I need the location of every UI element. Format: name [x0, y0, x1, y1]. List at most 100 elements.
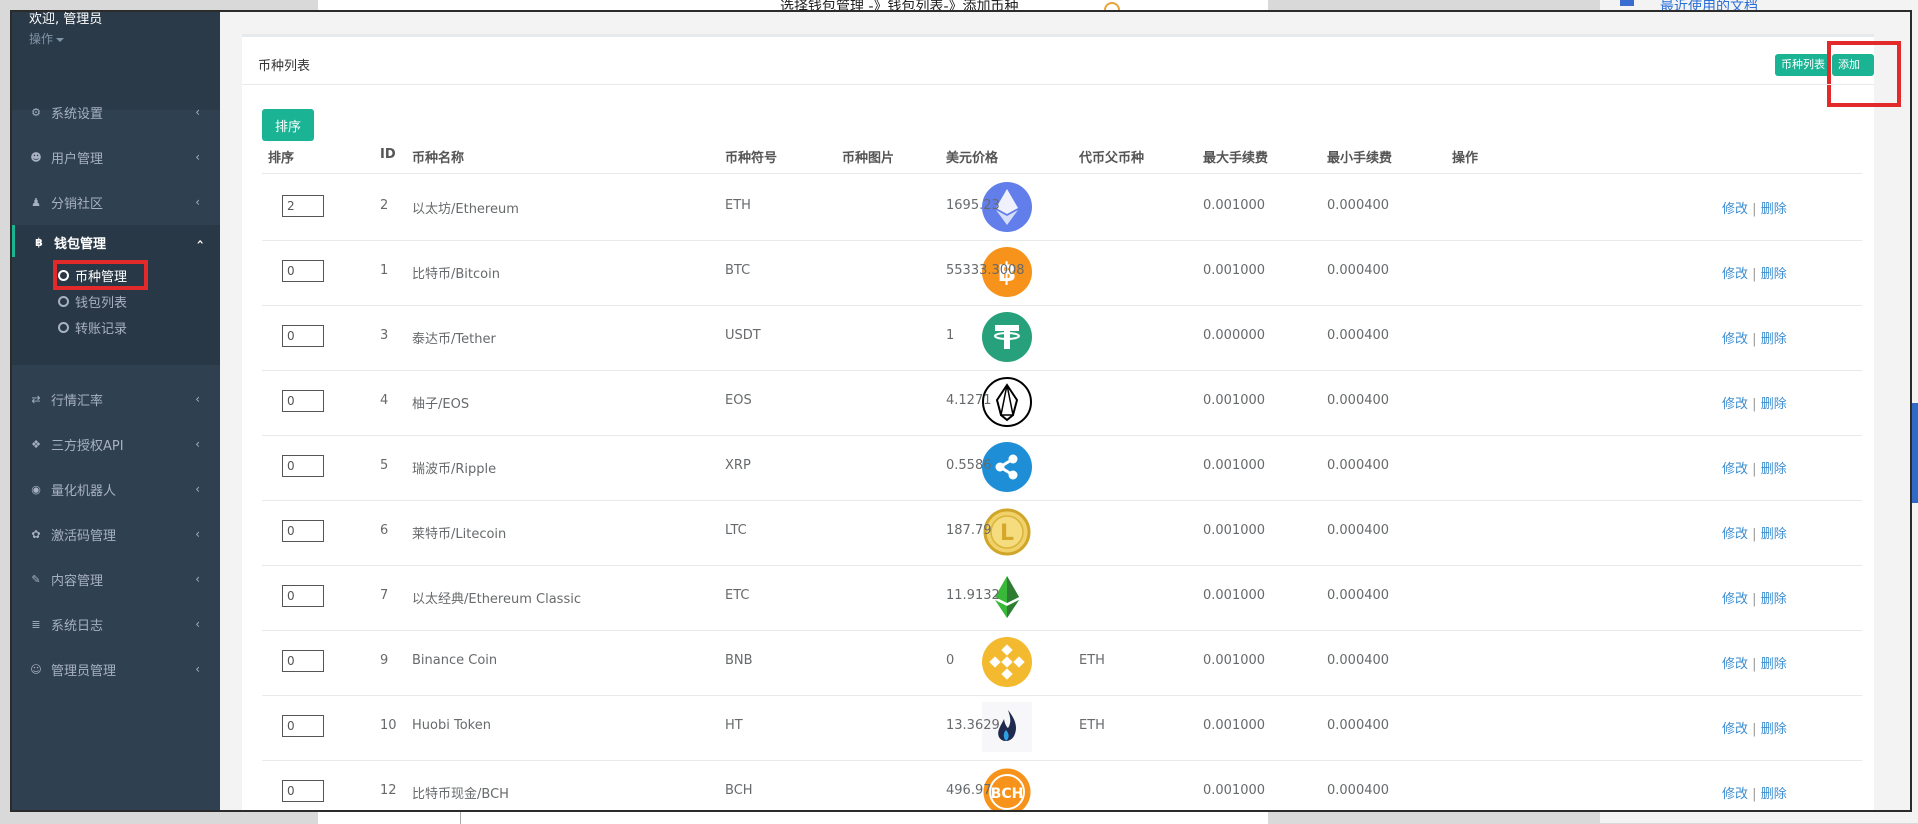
edit-link[interactable]: 修改 — [1722, 462, 1748, 477]
delete-link[interactable]: 删除 — [1761, 592, 1787, 607]
table-header: 排序 ID 币种名称 币种符号 币种图片 美元价格 代币父币种 最大手续费 最小… — [262, 147, 1862, 174]
action-separator: | — [1752, 332, 1757, 347]
coin-usd-price: 55333.3008 — [946, 263, 1025, 278]
usdt-logo — [982, 312, 1032, 362]
order-input[interactable] — [282, 390, 324, 412]
delete-link[interactable]: 删除 — [1761, 657, 1787, 672]
admin-window: 欢迎, 管理员 操作 ⚙ 系统设置 ‹ ☻ 用户管理 ‹ ♟ 分销社区 ‹ ฿ 钱包管理 ‹ ⇄ 行情汇率… — [10, 10, 1912, 812]
coin-usd-price: 4.1271 — [946, 393, 992, 408]
edit-link[interactable]: 修改 — [1722, 332, 1748, 347]
order-input[interactable] — [282, 650, 324, 672]
highlight-box-add-coin — [1827, 41, 1901, 107]
sidebar-item-8[interactable]: ✎ 内容管理 ‹ — [12, 557, 220, 601]
edit-link[interactable]: 修改 — [1722, 397, 1748, 412]
order-input[interactable] — [282, 195, 324, 217]
coin-name: 莱特币/Litecoin — [412, 527, 507, 542]
circle-icon — [58, 295, 69, 307]
coin-id: 12 — [380, 783, 397, 798]
order-input[interactable] — [282, 585, 324, 607]
delete-link[interactable]: 删除 — [1761, 462, 1787, 477]
row-actions: 修改 | 删除 — [1722, 783, 1787, 802]
table-row: 9 Binance Coin BNB 0 ETH 0.001000 0.000400 修改 |… — [262, 629, 1862, 696]
row-actions: 修改 | 删除 — [1722, 523, 1787, 542]
coin-usd-price: 496.97 — [946, 783, 992, 798]
delete-link[interactable]: 删除 — [1761, 722, 1787, 737]
sidebar-item-3[interactable]: ฿ 钱包管理 ‹ — [12, 225, 223, 259]
highlight-box-coin-management — [53, 260, 148, 290]
coin-name: Binance Coin — [412, 653, 498, 668]
edit-link[interactable]: 修改 — [1722, 657, 1748, 672]
order-input[interactable] — [282, 260, 324, 282]
bch-logo-text: BCH — [991, 786, 1024, 802]
table-row: 5 瑞波币/Ripple XRP 0.5586 0.001000 0.000400 修改 |… — [262, 434, 1862, 501]
order-input[interactable] — [282, 780, 324, 802]
action-separator: | — [1752, 657, 1757, 672]
users-icon: ☻ — [30, 150, 42, 164]
coin-symbol: LTC — [725, 523, 747, 538]
coin-symbol: BCH — [725, 783, 753, 798]
col-symbol: 币种符号 — [725, 151, 778, 166]
user-icon: ♟ — [31, 195, 41, 209]
coin-list-panel: 币种列表 币种列表 添加币种 排序 排序 ID 币种名称 币种符号 币种图片 美… — [242, 34, 1901, 810]
coin-id: 5 — [380, 458, 389, 473]
chevron-icon: ‹ — [193, 239, 208, 245]
sidebar-item-label: 三方授权API — [51, 438, 124, 454]
delete-link[interactable]: 删除 — [1761, 527, 1787, 542]
sidebar-item-1[interactable]: ☻ 用户管理 ‹ — [12, 135, 220, 179]
sidebar-item-9[interactable]: ≣ 系统日志 ‹ — [12, 602, 220, 646]
edit-link[interactable]: 修改 — [1722, 592, 1748, 607]
exchange-icon: ⇄ — [31, 392, 41, 406]
sidebar-item-5[interactable]: ❖ 三方授权API ‹ — [12, 422, 220, 466]
sidebar-item-6[interactable]: ◉ 量化机器人 ‹ — [12, 467, 220, 511]
order-input[interactable] — [282, 325, 324, 347]
coin-min-fee: 0.000400 — [1327, 653, 1390, 668]
edit-link[interactable]: 修改 — [1722, 202, 1748, 217]
coin-name: Huobi Token — [412, 718, 491, 733]
coin-name: 比特币现金/BCH — [412, 787, 509, 802]
coin-symbol: USDT — [725, 328, 761, 343]
main-content: 币种列表 币种列表 添加币种 排序 排序 ID 币种名称 币种符号 币种图片 美… — [220, 12, 1910, 810]
submenu-wallet-list[interactable]: 钱包列表 — [58, 290, 127, 312]
order-input[interactable] — [282, 520, 324, 542]
sidebar-item-0[interactable]: ⚙ 系统设置 ‹ — [12, 90, 220, 134]
edit-link[interactable]: 修改 — [1722, 267, 1748, 282]
order-input[interactable] — [282, 715, 324, 737]
sidebar-item-10[interactable]: ☺ 管理员管理 ‹ — [12, 647, 220, 691]
gears-icon: ⚙ — [31, 105, 41, 119]
delete-link[interactable]: 删除 — [1761, 787, 1787, 802]
col-parent-coin: 代币父币种 — [1079, 151, 1145, 166]
sidebar-item-2[interactable]: ♟ 分销社区 ‹ — [12, 180, 220, 224]
operation-dropdown[interactable]: 操作 — [29, 30, 64, 47]
edit-link[interactable]: 修改 — [1722, 787, 1748, 802]
submenu-transfer-records[interactable]: 转账记录 — [58, 316, 127, 338]
coin-list-button[interactable]: 币种列表 — [1775, 54, 1831, 76]
delete-link[interactable]: 删除 — [1761, 332, 1787, 347]
chevron-icon: ‹ — [195, 105, 200, 119]
row-actions: 修改 | 删除 — [1722, 718, 1787, 737]
delete-link[interactable]: 删除 — [1761, 397, 1787, 412]
edit-link[interactable]: 修改 — [1722, 722, 1748, 737]
sidebar-item-label: 行情汇率 — [51, 393, 104, 409]
sidebar-item-label: 分销社区 — [51, 196, 104, 212]
order-input[interactable] — [282, 455, 324, 477]
coin-max-fee: 0.001000 — [1203, 458, 1266, 473]
edit-link[interactable]: 修改 — [1722, 527, 1748, 542]
coin-max-fee: 0.001000 — [1203, 523, 1266, 538]
coin-min-fee: 0.000400 — [1327, 393, 1390, 408]
coin-parent: ETH — [1079, 718, 1105, 733]
coin-min-fee: 0.000400 — [1327, 523, 1390, 538]
sidebar-item-4[interactable]: ⇄ 行情汇率 ‹ — [12, 377, 220, 421]
sort-button[interactable]: 排序 — [262, 109, 314, 141]
sidebar-item-label: 内容管理 — [51, 573, 104, 589]
coin-id: 2 — [380, 198, 389, 213]
delete-link[interactable]: 删除 — [1761, 202, 1787, 217]
col-actions: 操作 — [1452, 151, 1479, 166]
action-separator: | — [1752, 722, 1757, 737]
coin-min-fee: 0.000400 — [1327, 588, 1390, 603]
table-row: 2 以太坊/Ethereum ETH 1695.23 0.001000 0.000400 修… — [262, 174, 1862, 241]
action-separator: | — [1752, 397, 1757, 412]
coin-usd-price: 1695.23 — [946, 198, 1000, 213]
coin-max-fee: 0.001000 — [1203, 198, 1266, 213]
sidebar-item-7[interactable]: ✿ 激活码管理 ‹ — [12, 512, 220, 556]
delete-link[interactable]: 删除 — [1761, 267, 1787, 282]
